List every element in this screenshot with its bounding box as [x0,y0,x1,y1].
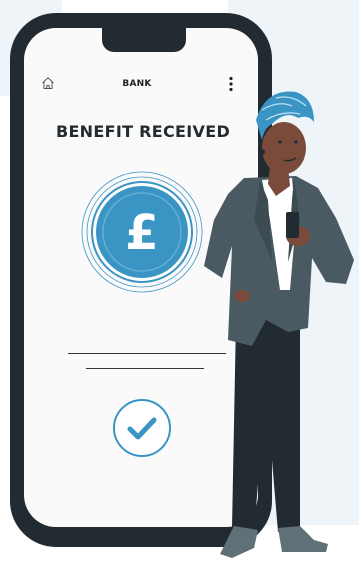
divider-line [86,368,204,369]
screen-title: BANK [122,79,152,89]
currency-symbol: £ [125,205,158,261]
checkmark-icon[interactable] [112,398,172,458]
illustration: BANK BENEFIT RECEIVED £ [0,0,359,565]
woman-with-phone-illustration [204,91,354,558]
phone-notch [102,28,186,52]
pound-coin-icon: £ [81,171,203,293]
home-icon[interactable] [41,76,55,90]
